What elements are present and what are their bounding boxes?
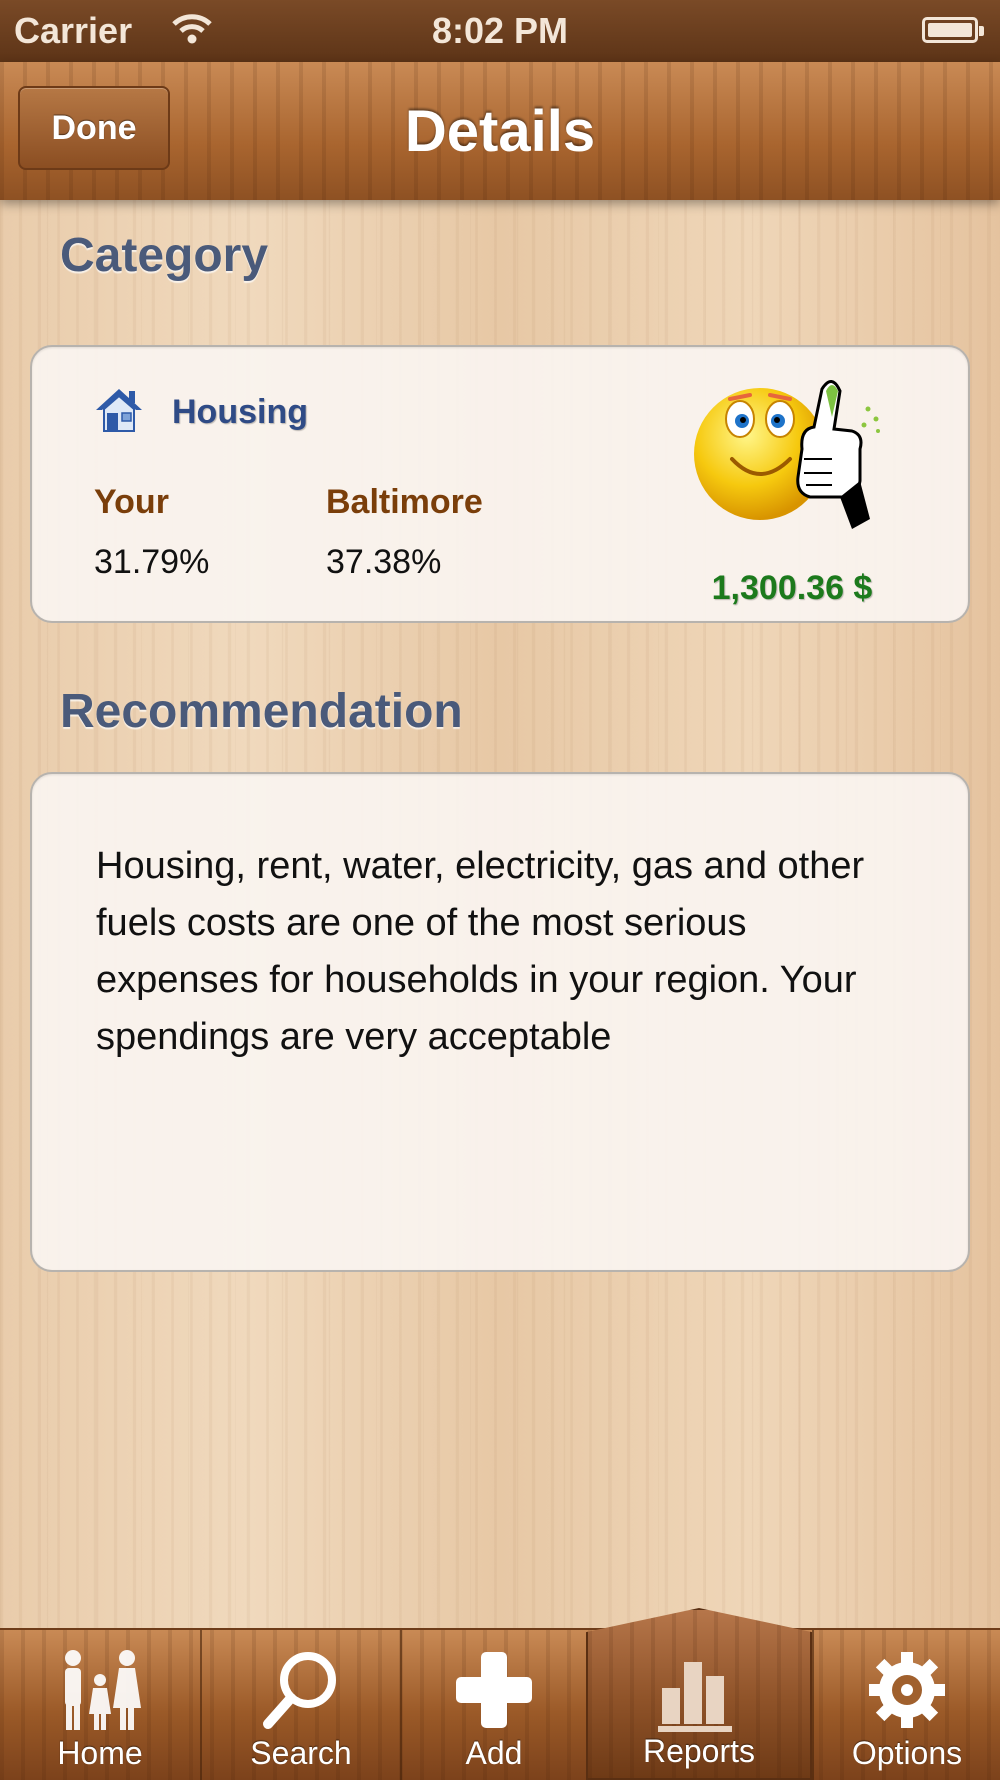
region-label: Baltimore (326, 483, 483, 521)
tab-options[interactable]: Options (812, 1630, 1000, 1780)
region-value: 37.38% (326, 543, 442, 581)
battery-icon (922, 17, 984, 43)
smiley-thumbs-up-icon (692, 369, 892, 539)
category-name: Housing (172, 393, 308, 431)
your-value: 31.79% (94, 543, 210, 581)
navigation-bar: Done Details (0, 62, 1000, 200)
plus-icon (449, 1646, 539, 1734)
tab-home-label: Home (57, 1735, 143, 1771)
category-card: Housing Your 31.79% Baltimore 37.38% 1,3… (30, 345, 970, 623)
bar-chart-icon (654, 1648, 744, 1736)
search-icon (256, 1646, 346, 1734)
tab-reports[interactable]: Reports (586, 1608, 812, 1780)
status-bar: Carrier 8:02 PM (0, 0, 1000, 62)
gear-icon (862, 1646, 952, 1734)
tab-home[interactable]: Home (0, 1630, 200, 1780)
tab-add-label: Add (465, 1735, 523, 1771)
tab-search[interactable]: Search (200, 1630, 400, 1780)
tab-reports-label: Reports (642, 1733, 756, 1769)
category-heading: Category (60, 229, 269, 282)
recommendation-heading: Recommendation (60, 685, 463, 738)
recommendation-card: Housing, rent, water, electricity, gas a… (30, 772, 970, 1272)
tab-bar: Home Search Add Reports Options (0, 1608, 1000, 1780)
tab-options-label: Options (851, 1735, 963, 1771)
your-label: Your (94, 483, 169, 521)
tab-search-label: Search (250, 1735, 352, 1771)
status-time: 8:02 PM (431, 10, 569, 51)
amount-value: 1,300.36 $ (711, 569, 873, 607)
family-icon (55, 1646, 145, 1734)
house-icon (94, 385, 144, 435)
recommendation-text: Housing, rent, water, electricity, gas a… (96, 845, 865, 1058)
page-title: Details (404, 99, 596, 164)
tab-add[interactable]: Add (400, 1630, 586, 1780)
